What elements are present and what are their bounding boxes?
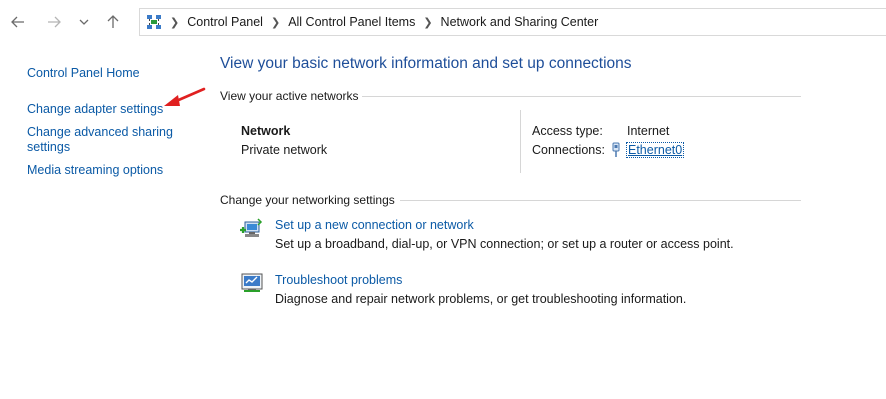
control-panel-icon <box>146 14 162 30</box>
sidebar-item-media-streaming[interactable]: Media streaming options <box>27 163 163 178</box>
troubleshoot-desc: Diagnose and repair network problems, or… <box>275 292 687 306</box>
setup-connection-desc: Set up a broadband, dial-up, or VPN conn… <box>275 237 734 251</box>
sidebar-item-advanced-sharing[interactable]: Change advanced sharing settings <box>27 125 173 155</box>
arrow-right-icon <box>48 16 61 28</box>
troubleshoot-link[interactable]: Troubleshoot problems <box>275 273 402 287</box>
network-name: Network <box>241 124 291 138</box>
new-connection-icon <box>239 218 265 242</box>
up-button[interactable] <box>103 12 123 32</box>
back-button[interactable] <box>8 12 28 32</box>
access-type-value: Internet <box>627 124 670 138</box>
ethernet-connection-link[interactable]: Ethernet0 <box>625 142 685 158</box>
chevron-down-icon <box>79 19 89 25</box>
address-bar[interactable]: ❯ Control Panel ❯ All Control Panel Item… <box>139 8 886 36</box>
forward-button[interactable] <box>44 12 64 32</box>
annotation-arrow-icon <box>164 87 206 106</box>
divider-vertical <box>520 110 521 173</box>
chevron-right-icon: ❯ <box>170 16 180 29</box>
arrow-up-icon <box>107 15 119 28</box>
recent-locations-button[interactable] <box>74 12 94 32</box>
sidebar-item-control-panel-home[interactable]: Control Panel Home <box>27 66 140 81</box>
breadcrumb-all-items[interactable]: All Control Panel Items <box>288 15 415 29</box>
setup-connection-link[interactable]: Set up a new connection or network <box>275 218 474 232</box>
breadcrumb-control-panel[interactable]: Control Panel <box>187 15 263 29</box>
troubleshoot-icon <box>240 272 264 294</box>
access-type-label: Access type: <box>532 124 603 138</box>
ethernet-icon <box>610 142 622 158</box>
network-type: Private network <box>241 143 328 157</box>
networking-settings-header: Change your networking settings <box>220 193 395 207</box>
arrow-left-icon <box>11 16 24 28</box>
divider <box>400 200 801 201</box>
sidebar-item-change-adapter-settings[interactable]: Change adapter settings <box>27 102 163 117</box>
divider <box>362 96 801 97</box>
chevron-right-icon: ❯ <box>270 16 281 29</box>
page-title: View your basic network information and … <box>220 55 632 72</box>
connections-label: Connections: <box>532 143 605 157</box>
active-networks-header: View your active networks <box>220 89 359 103</box>
chevron-right-icon: ❯ <box>423 16 433 29</box>
breadcrumb-network-sharing[interactable]: Network and Sharing Center <box>441 15 599 29</box>
